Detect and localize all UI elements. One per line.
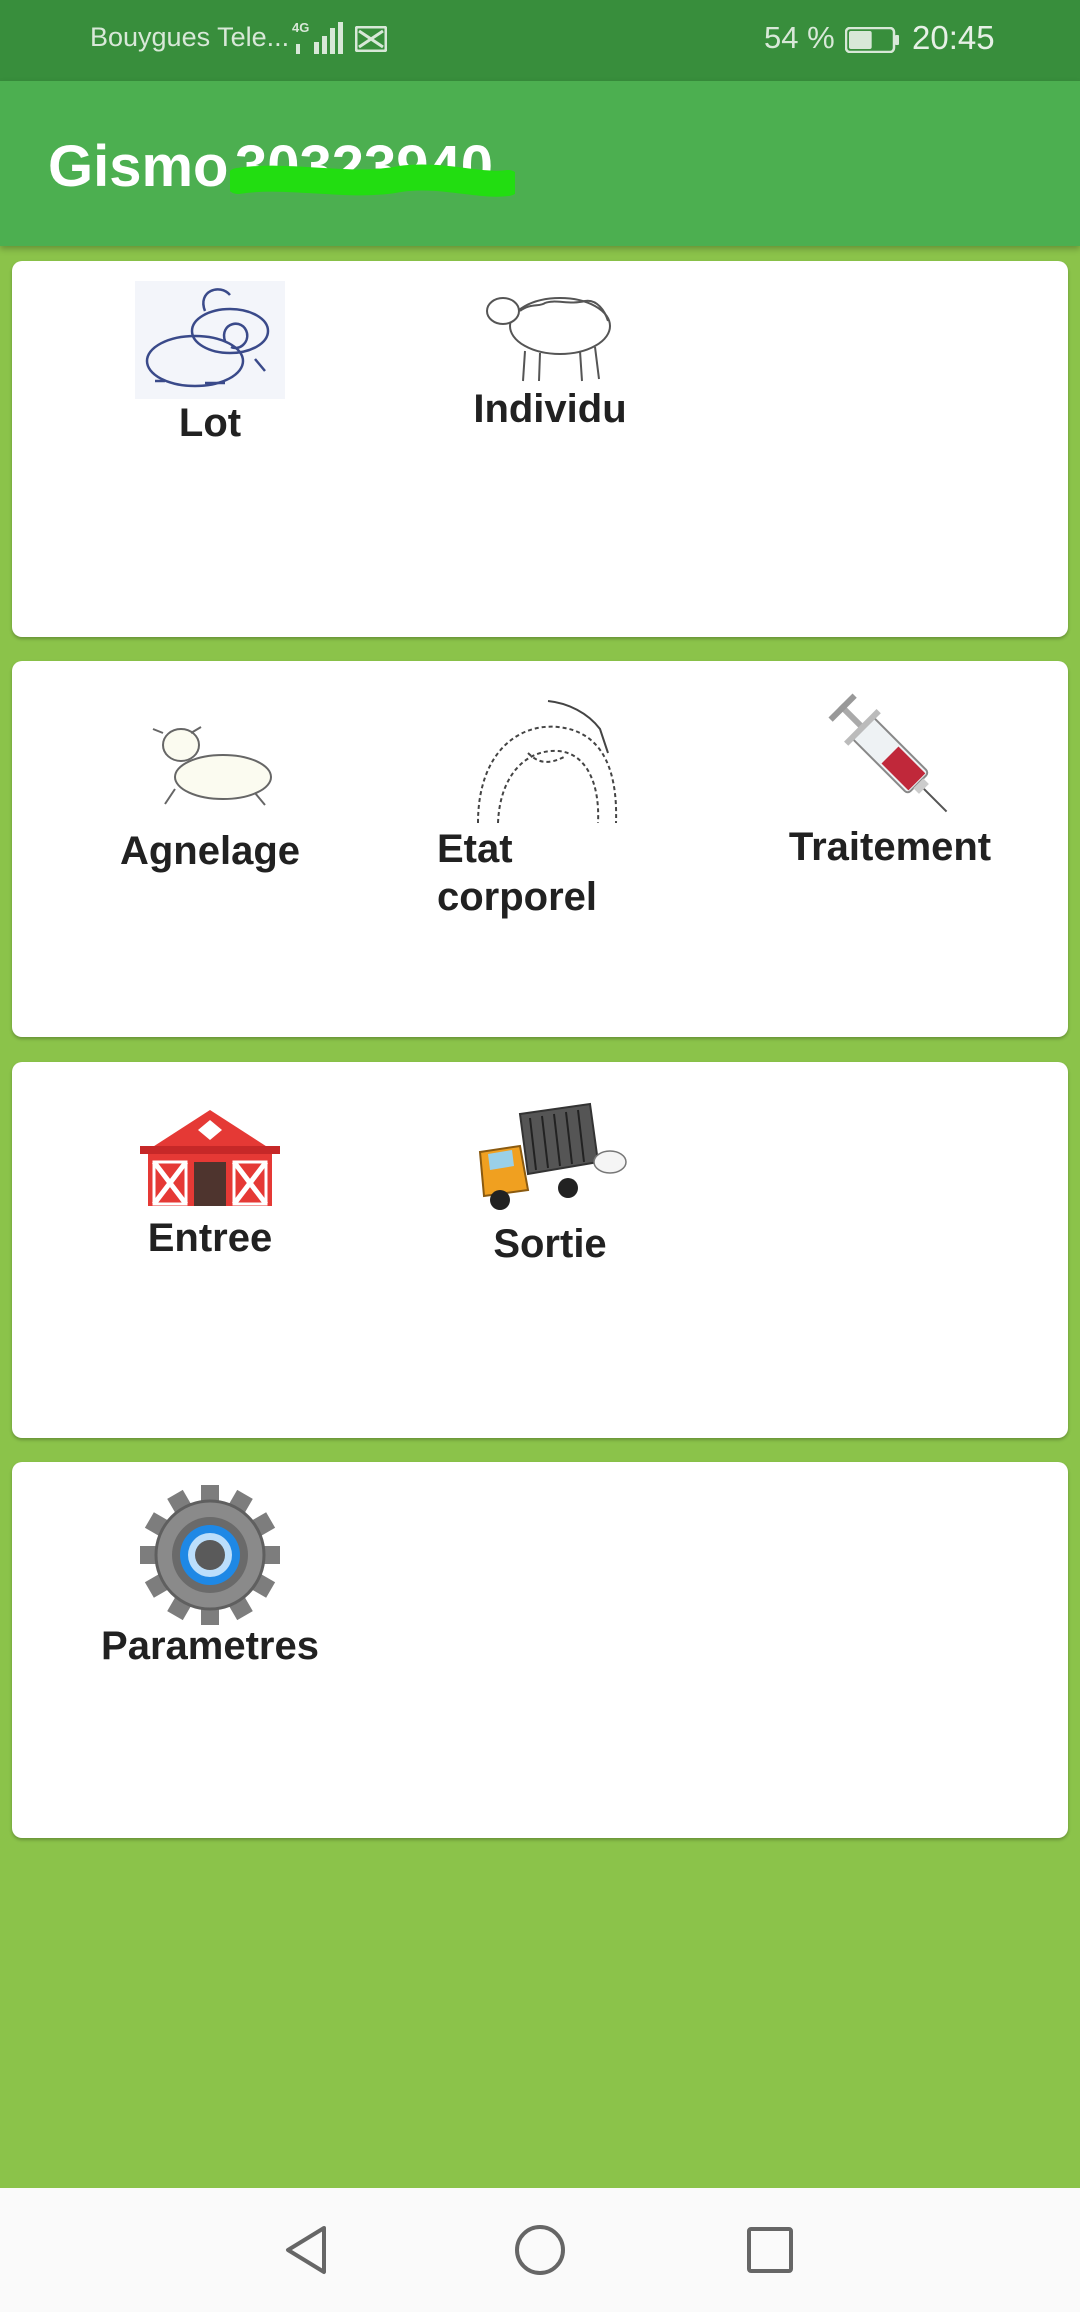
svg-text:4G: 4G — [292, 20, 309, 35]
menu-card-animals: Lot Individu — [12, 261, 1068, 637]
system-nav-bar — [0, 2188, 1080, 2312]
tile-agnelage-label: Agnelage — [119, 829, 301, 873]
carrier-name: Bouygues Tele... — [90, 22, 290, 52]
tile-traitement-label: Traitement — [788, 825, 992, 869]
clock: 20:45 — [912, 19, 995, 56]
tile-lot[interactable]: Lot — [110, 281, 310, 447]
app-title: Gismo — [48, 134, 229, 199]
lamb-icon — [152, 726, 272, 806]
barn-icon — [140, 1110, 280, 1206]
tile-traitement[interactable]: Traitement — [770, 685, 1010, 871]
tile-parametres[interactable]: Parametres — [90, 1484, 330, 1670]
tile-individu-label: Individu — [473, 387, 627, 431]
battery-icon — [845, 27, 899, 53]
tile-agnelage[interactable]: Agnelage — [100, 709, 320, 875]
message-icon — [355, 26, 387, 52]
body-condition-icon — [477, 700, 618, 824]
app-bar: Gismo 30323940 — [0, 81, 1080, 246]
tile-entree-label: Entree — [147, 1216, 273, 1260]
menu-card-settings: Parametres — [12, 1462, 1068, 1838]
tile-entree[interactable]: Entree — [100, 1106, 320, 1262]
tile-parametres-label: Parametres — [101, 1624, 319, 1668]
livestock-truck-icon — [478, 1102, 627, 1210]
battery-percent: 54 % — [764, 20, 835, 55]
menu-card-care: Agnelage Etat corporel Traitement — [12, 661, 1068, 1037]
back-triangle-icon[interactable] — [278, 2220, 338, 2280]
tile-etat-corporel-label-line1: Etat — [437, 827, 513, 871]
tile-individu[interactable]: Individu — [440, 281, 660, 433]
redaction-scribble — [230, 164, 515, 197]
tile-etat-corporel[interactable]: Etat corporel — [424, 693, 644, 921]
tile-sortie[interactable]: Sortie — [440, 1100, 660, 1268]
menu-card-movement: Entree Sortie — [12, 1062, 1068, 1438]
sheep-lot-icon — [135, 281, 285, 399]
tile-lot-label: Lot — [178, 401, 242, 445]
syringe-icon — [828, 693, 948, 813]
sheep-individual-icon — [486, 297, 611, 382]
gear-icon — [140, 1485, 280, 1625]
recents-square-icon[interactable] — [740, 2220, 800, 2280]
tile-sortie-label: Sortie — [493, 1222, 607, 1266]
home-circle-icon[interactable] — [510, 2220, 570, 2280]
tile-etat-corporel-label-line2: corporel — [437, 875, 598, 919]
status-bar: Bouygues Tele... 4G 54 % 20:45 — [0, 0, 1080, 81]
signal-icon: 4G — [292, 20, 343, 54]
